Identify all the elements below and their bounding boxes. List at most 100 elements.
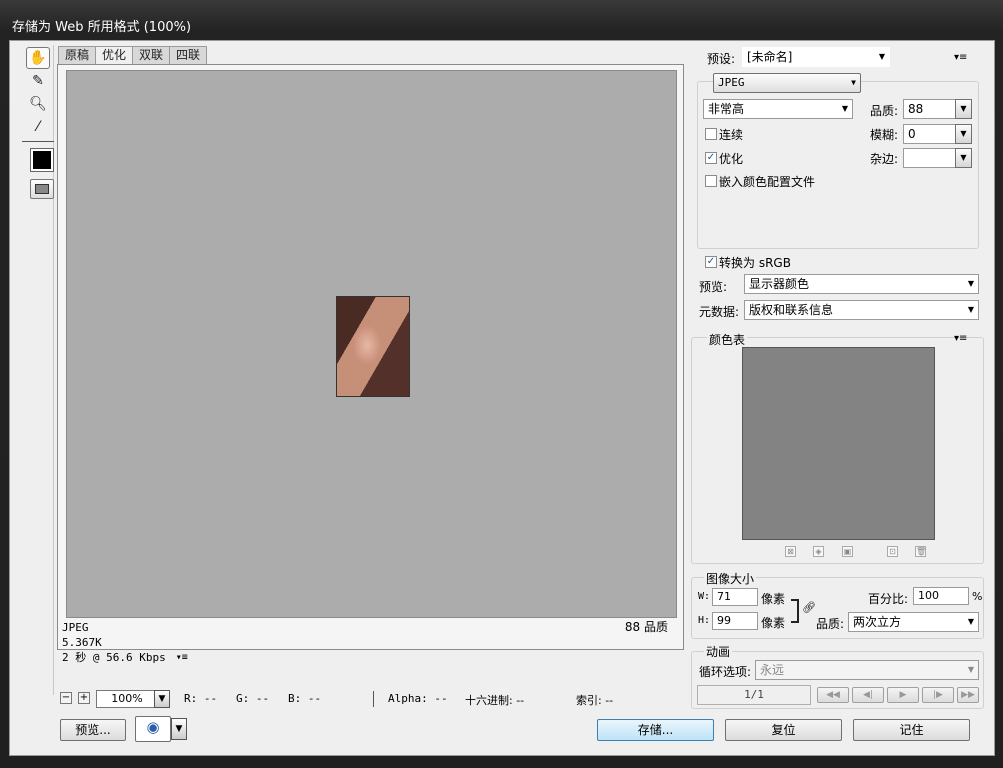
browser-menu-dropdown-icon[interactable]: ▼ bbox=[171, 718, 187, 740]
zoom-tool-icon[interactable]: 🔍︎ bbox=[26, 93, 50, 115]
reset-button[interactable]: 复位 bbox=[725, 719, 842, 741]
width-label: W: bbox=[698, 591, 711, 602]
optimized-label: 优化 bbox=[719, 152, 744, 166]
view-tabs: 原稿 优化 双联 四联 bbox=[58, 46, 208, 65]
color-table[interactable] bbox=[742, 347, 935, 540]
previous-frame-icon[interactable]: ◀| bbox=[852, 687, 884, 703]
resample-quality-value: 两次立方 bbox=[853, 615, 902, 629]
convert-srgb-checkbox[interactable]: ✓ bbox=[705, 256, 717, 268]
width-input[interactable]: 71 bbox=[712, 588, 758, 606]
blur-slider-icon[interactable]: ▼ bbox=[955, 124, 972, 144]
chevron-down-icon[interactable]: ▼ bbox=[955, 148, 972, 168]
image-size-title: 图像大小 bbox=[704, 570, 757, 587]
optimized-checkbox[interactable]: ✓ bbox=[705, 152, 717, 164]
next-frame-icon[interactable]: |▶ bbox=[922, 687, 954, 703]
format-select[interactable]: JPEG ▼ bbox=[713, 73, 861, 93]
readout-alpha: Alpha: -- bbox=[388, 692, 448, 705]
format-value: JPEG bbox=[718, 76, 745, 89]
zoom-dropdown-icon[interactable]: ▼ bbox=[154, 690, 170, 708]
quality-preset-value: 非常高 bbox=[708, 102, 745, 116]
toolbox: ✋ ✎ 🔍︎ ⁄ bbox=[16, 45, 54, 695]
preview-mode-select[interactable]: 显示器颜色 ▼ bbox=[744, 274, 979, 294]
constrain-bracket bbox=[791, 599, 799, 623]
slice-select-tool-icon[interactable]: ✎ bbox=[26, 70, 50, 92]
save-button[interactable]: 存储... bbox=[597, 719, 714, 741]
zoom-in-button[interactable]: + bbox=[78, 692, 90, 704]
play-icon[interactable]: ▶ bbox=[887, 687, 919, 703]
tab-optimized[interactable]: 优化 bbox=[95, 46, 134, 65]
optimized-image[interactable] bbox=[336, 296, 410, 397]
matte-label: 杂边: bbox=[870, 152, 899, 166]
color-table-menu-icon[interactable]: ▾≡ bbox=[954, 333, 967, 344]
dialog-client: ✋ ✎ 🔍︎ ⁄ 原稿 优化 双联 四联 JPEG 5.367K 2 秒 @ 5… bbox=[9, 40, 995, 756]
constrain-proportions-icon[interactable]: 🔗︎ bbox=[802, 601, 816, 614]
preview-mode-label: 预览: bbox=[699, 280, 728, 294]
lock-color-icon[interactable]: ▣ bbox=[842, 546, 853, 557]
tab-2-up[interactable]: 双联 bbox=[132, 46, 171, 64]
percent-unit: % bbox=[972, 590, 983, 603]
chevron-down-icon: ▼ bbox=[967, 665, 974, 674]
save-for-web-dialog: 存储为 Web 所用格式 (100%) ✋ ✎ 🔍︎ ⁄ 原稿 优化 双联 四联… bbox=[0, 0, 1003, 768]
preset-select[interactable]: [未命名] ▼ bbox=[742, 47, 890, 67]
preset-label: 预设: bbox=[707, 52, 736, 66]
map-transparent-icon[interactable]: ⊠ bbox=[785, 546, 796, 557]
preview-canvas[interactable] bbox=[66, 70, 677, 618]
percent-input[interactable]: 100 bbox=[913, 587, 969, 605]
optimize-menu-icon[interactable]: ▾≡ bbox=[954, 52, 967, 63]
download-rate-menu-icon[interactable]: ▾≡ bbox=[176, 650, 188, 665]
matte-select[interactable]: ▼ bbox=[903, 148, 972, 168]
info-quality: 88 品质 bbox=[624, 620, 668, 634]
eyedropper-color-swatch[interactable] bbox=[30, 148, 54, 172]
readout-blue: B: -- bbox=[288, 692, 322, 705]
toggle-slices-icon[interactable] bbox=[30, 179, 54, 199]
chevron-down-icon: ▼ bbox=[967, 305, 974, 314]
remember-button[interactable]: 记住 bbox=[853, 719, 970, 741]
loop-options-label: 循环选项: bbox=[699, 665, 752, 679]
width-unit: 像素 bbox=[761, 592, 786, 606]
quality-label: 品质: bbox=[870, 104, 899, 118]
hand-tool-icon[interactable]: ✋ bbox=[26, 47, 50, 69]
info-format: JPEG bbox=[62, 621, 89, 634]
info-file-size: 5.367K bbox=[62, 636, 102, 649]
zoom-out-button[interactable]: − bbox=[60, 692, 72, 704]
optimization-info: JPEG 5.367K 2 秒 @ 56.6 Kbps ▾≡ 88 品质 bbox=[62, 620, 672, 668]
blur-value: 0 bbox=[908, 127, 916, 141]
blur-input[interactable]: 0 ▼ bbox=[903, 124, 972, 144]
toolbox-divider bbox=[22, 141, 54, 142]
eyedropper-tool-icon[interactable]: ⁄ bbox=[26, 116, 50, 138]
quality-input[interactable]: 88 ▼ bbox=[903, 99, 972, 119]
convert-srgb-label: 转换为 sRGB bbox=[719, 256, 791, 270]
loop-options-select[interactable]: 永远 ▼ bbox=[755, 660, 979, 680]
resample-quality-label: 品质: bbox=[816, 617, 845, 631]
zoom-level-input[interactable]: 100% bbox=[96, 690, 158, 708]
tab-4-up[interactable]: 四联 bbox=[169, 46, 208, 64]
window-title: 存储为 Web 所用格式 (100%) bbox=[12, 20, 192, 35]
quality-preset-select[interactable]: 非常高 ▼ bbox=[703, 99, 853, 119]
chevron-down-icon: ▼ bbox=[967, 279, 974, 288]
chevron-down-icon: ▼ bbox=[841, 104, 848, 113]
preview-button[interactable]: 预览... bbox=[60, 719, 126, 741]
new-color-icon[interactable]: ⊡ bbox=[887, 546, 898, 557]
resample-quality-select[interactable]: 两次立方 ▼ bbox=[848, 612, 979, 632]
browser-preview-icon[interactable]: ◉ bbox=[135, 716, 171, 742]
embed-profile-checkbox[interactable] bbox=[705, 175, 717, 187]
quality-value: 88 bbox=[908, 102, 924, 116]
metadata-select[interactable]: 版权和联系信息 ▼ bbox=[744, 300, 979, 320]
last-frame-icon[interactable]: ▶▶ bbox=[957, 687, 979, 703]
height-input[interactable]: 99 bbox=[712, 612, 758, 630]
preview-mode-value: 显示器颜色 bbox=[749, 277, 810, 291]
preset-value: [未命名] bbox=[747, 50, 793, 64]
web-snap-icon[interactable]: ◈ bbox=[813, 546, 824, 557]
quality-slider-icon[interactable]: ▼ bbox=[955, 99, 972, 119]
metadata-label: 元数据: bbox=[699, 305, 740, 319]
height-unit: 像素 bbox=[761, 616, 786, 630]
readout-index: 索引: -- bbox=[576, 694, 614, 707]
tab-original[interactable]: 原稿 bbox=[58, 46, 97, 64]
percent-label: 百分比: bbox=[868, 592, 909, 606]
frame-counter: 1/1 bbox=[697, 685, 811, 705]
status-bar: − + 100% ▼ R: -- G: -- B: -- Alpha: -- 十… bbox=[58, 689, 688, 709]
trash-icon[interactable]: 🗑︎ bbox=[915, 546, 926, 557]
readout-red: R: -- bbox=[184, 692, 218, 705]
progressive-checkbox[interactable] bbox=[705, 128, 717, 140]
first-frame-icon[interactable]: ◀◀ bbox=[817, 687, 849, 703]
